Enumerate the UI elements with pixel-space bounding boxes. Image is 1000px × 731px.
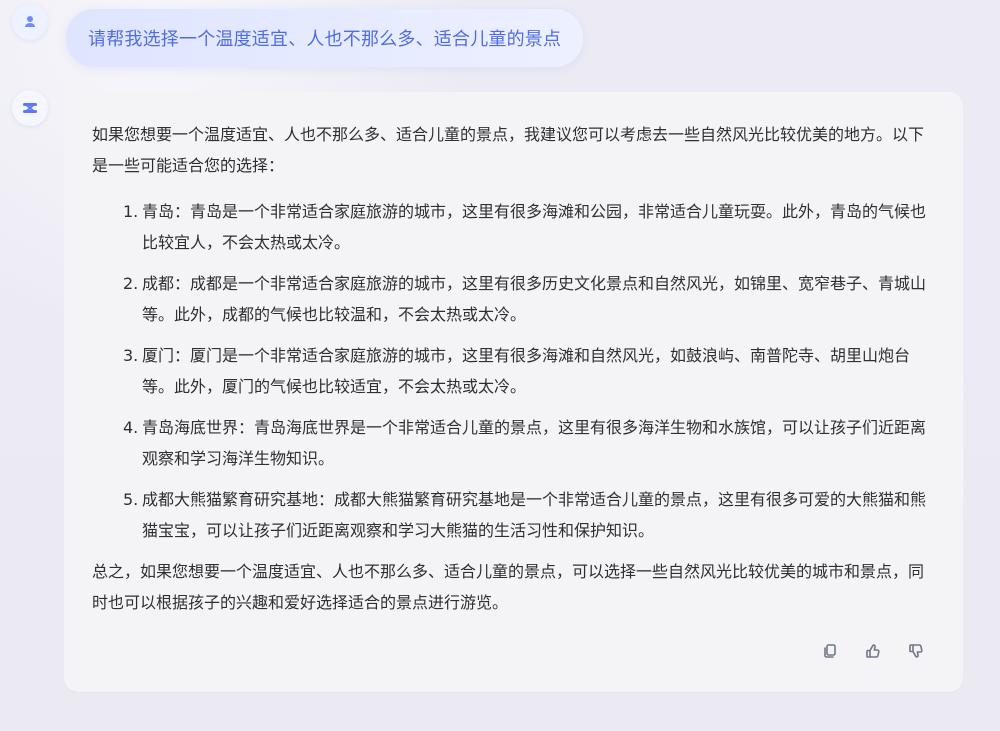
list-item-number: 2. (123, 274, 139, 293)
list-item-number: 5. (123, 490, 139, 509)
list-item-text: 厦门：厦门是一个非常适合家庭旅游的城市，这里有很多海滩和自然风光，如鼓浪屿、南普… (142, 346, 911, 396)
recommendation-list: 1. 青岛：青岛是一个非常适合家庭旅游的城市，这里有很多海滩和公园，非常适合儿童… (92, 196, 934, 546)
message-actions (819, 640, 926, 661)
assistant-answer-card: 如果您想要一个温度适宜、人也不那么多、适合儿童的景点，我建议您可以考虑去一些自然… (64, 92, 963, 692)
list-item-number: 1. (123, 202, 139, 221)
answer-intro: 如果您想要一个温度适宜、人也不那么多、适合儿童的景点，我建议您可以考虑去一些自然… (92, 125, 925, 175)
list-item-text: 成都：成都是一个非常适合家庭旅游的城市，这里有很多历史文化景点和自然风光，如锦里… (142, 274, 927, 324)
copy-button[interactable] (819, 640, 840, 661)
list-item-number: 4. (123, 418, 139, 437)
dislike-button[interactable] (905, 640, 926, 661)
assistant-avatar (12, 90, 48, 126)
like-button[interactable] (862, 640, 883, 661)
answer-conclusion: 总之，如果您想要一个温度适宜、人也不那么多、适合儿童的景点，可以选择一些自然风光… (92, 562, 925, 612)
user-icon (22, 14, 38, 30)
user-avatar (12, 4, 48, 40)
thumbs-up-icon (864, 642, 882, 660)
copy-icon (821, 642, 839, 660)
user-message-bubble: 请帮我选择一个温度适宜、人也不那么多、适合儿童的景点 (66, 9, 584, 67)
chat-page: 请帮我选择一个温度适宜、人也不那么多、适合儿童的景点 如果您想要一个温度适宜、人… (0, 0, 1000, 731)
list-item: 2. 成都：成都是一个非常适合家庭旅游的城市，这里有很多历史文化景点和自然风光，… (92, 268, 934, 330)
assistant-icon (20, 98, 40, 118)
user-message-text: 请帮我选择一个温度适宜、人也不那么多、适合儿童的景点 (88, 29, 562, 50)
list-item-text: 青岛：青岛是一个非常适合家庭旅游的城市，这里有很多海滩和公园，非常适合儿童玩耍。… (142, 202, 927, 252)
list-item-text: 成都大熊猫繁育研究基地：成都大熊猫繁育研究基地是一个非常适合儿童的景点，这里有很… (142, 490, 927, 540)
list-item: 3. 厦门：厦门是一个非常适合家庭旅游的城市，这里有很多海滩和自然风光，如鼓浪屿… (92, 340, 934, 402)
list-item: 1. 青岛：青岛是一个非常适合家庭旅游的城市，这里有很多海滩和公园，非常适合儿童… (92, 196, 934, 258)
list-item-text: 青岛海底世界：青岛海底世界是一个非常适合儿童的景点，这里有很多海洋生物和水族馆，… (142, 418, 927, 468)
list-item: 5. 成都大熊猫繁育研究基地：成都大熊猫繁育研究基地是一个非常适合儿童的景点，这… (92, 484, 934, 546)
list-item-number: 3. (123, 346, 139, 365)
thumbs-down-icon (907, 642, 925, 660)
assistant-answer-content: 如果您想要一个温度适宜、人也不那么多、适合儿童的景点，我建议您可以考虑去一些自然… (92, 119, 934, 618)
list-item: 4. 青岛海底世界：青岛海底世界是一个非常适合儿童的景点，这里有很多海洋生物和水… (92, 412, 934, 474)
